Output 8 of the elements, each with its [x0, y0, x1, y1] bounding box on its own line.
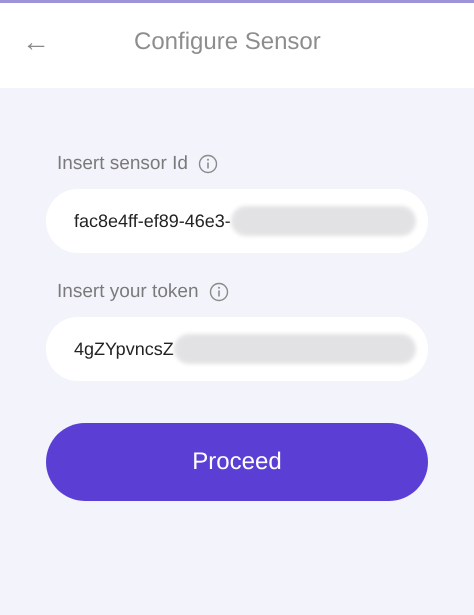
info-icon[interactable]	[208, 282, 229, 302]
proceed-button[interactable]: Proceed	[46, 423, 428, 501]
field-label: Insert your token	[57, 281, 199, 303]
text-input-field[interactable]: fac8e4ff-ef89-46e3-	[46, 189, 428, 253]
info-icon[interactable]	[198, 154, 218, 174]
field-label: Insert sensor Id	[57, 153, 188, 175]
text-input-field[interactable]: 4gZYpvncsZ	[46, 317, 428, 381]
screen-title: Configure Sensor	[134, 28, 321, 56]
